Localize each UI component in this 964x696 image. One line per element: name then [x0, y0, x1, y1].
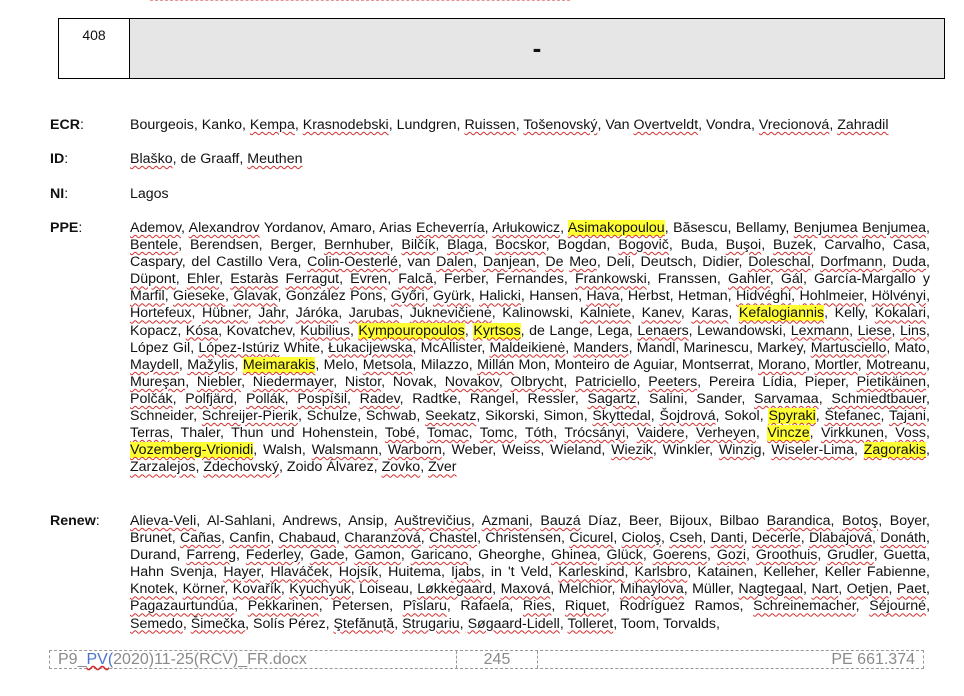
footer-page-number: 245	[457, 651, 538, 668]
group-names: Blaško, de Graaff, Meuthen	[130, 151, 303, 167]
group-names: Ademov, Alexandrov Yordanov, Amaro, Aria…	[130, 220, 931, 476]
group-label: Renew:	[50, 513, 100, 529]
group-renew: Renew: Alieva-Veli, Al-Sahlani, Andrews,…	[50, 513, 930, 633]
group-ecr: ECR: Bourgeois, Kanko, Kempa, Krasnodebs…	[50, 117, 930, 134]
group-label: ID:	[50, 151, 69, 167]
group-label: NI:	[50, 186, 69, 202]
vote-result: -	[130, 19, 944, 78]
group-ppe: PPE: Ademov, Alexandrov Yordanov, Amaro,…	[50, 220, 930, 476]
document-footer: P9_PV(2020)11-25(RCV)_FR.docx 245 PE 661…	[49, 650, 924, 669]
group-label: ECR:	[50, 117, 84, 133]
cut-off-top-line	[150, 0, 570, 3]
footer-reference: PE 661.374	[831, 651, 915, 668]
group-names: Alieva-Veli, Al-Sahlani, Andrews, Ansip,…	[130, 513, 931, 632]
group-names: Lagos	[130, 186, 169, 202]
group-id: ID: Blaško, de Graaff, Meuthen	[50, 151, 930, 168]
footer-filename: P9_PV(2020)11-25(RCV)_FR.docx	[50, 651, 457, 668]
group-label: PPE:	[50, 220, 83, 236]
group-names: Bourgeois, Kanko, Kempa, Krasnodebski, L…	[130, 117, 889, 133]
vote-header-box: 408 -	[58, 18, 945, 79]
vote-number: 408	[59, 19, 130, 78]
group-ni: NI: Lagos	[50, 186, 930, 203]
